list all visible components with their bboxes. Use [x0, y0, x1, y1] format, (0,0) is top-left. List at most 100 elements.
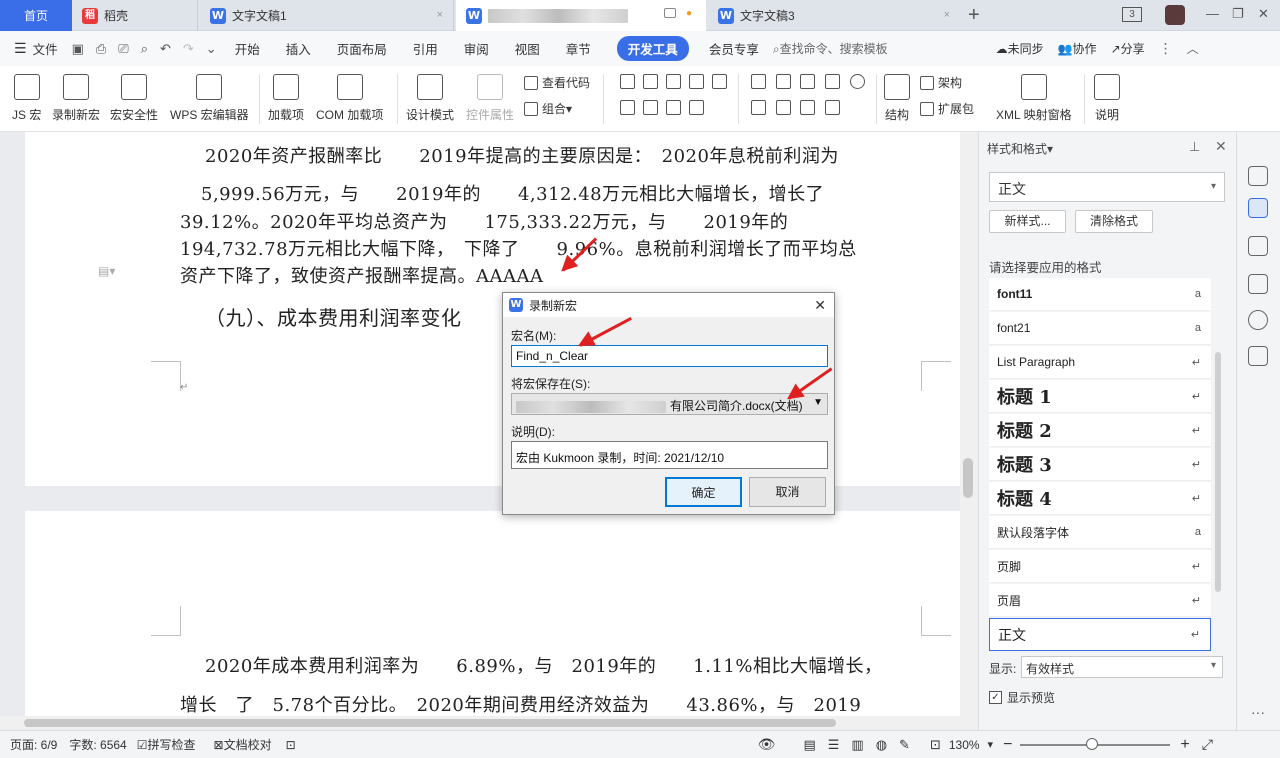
customize-quick-access-icon[interactable]: ⌄ — [206, 41, 217, 57]
help-circle-icon[interactable] — [1248, 310, 1268, 330]
dialog-close-icon[interactable]: ✕ — [814, 297, 826, 314]
spell-check-toggle[interactable]: ☑拼写检查 — [137, 736, 196, 753]
print-preview-icon[interactable]: ⌕ — [141, 41, 148, 57]
repeating-section-control-icon[interactable] — [689, 100, 704, 115]
save-icon[interactable]: ▣ — [72, 41, 84, 57]
vertical-scrollbar-thumb[interactable] — [963, 458, 973, 498]
plain-text-control-icon[interactable] — [643, 74, 658, 89]
description-input[interactable]: 宏由 Kukmoon 录制，时间: 2021/12/10 — [511, 441, 828, 469]
design-mode-button[interactable]: 设计模式 — [406, 72, 454, 123]
textbox-control-icon[interactable] — [776, 100, 791, 115]
addins-button[interactable]: 加载项 — [268, 72, 304, 123]
horizontal-scrollbar-thumb[interactable] — [24, 719, 836, 727]
zoom-out-icon[interactable]: − — [1003, 736, 1012, 754]
scrollbar-control-icon[interactable] — [825, 100, 840, 115]
rich-text-control-icon[interactable] — [620, 74, 635, 89]
radio-button-control-icon[interactable] — [850, 74, 865, 89]
display-filter-select[interactable]: 有效样式 ▾ — [1021, 656, 1223, 678]
menu-page-layout[interactable]: 页面布局 — [337, 39, 387, 58]
share-panel-icon[interactable] — [1248, 346, 1268, 366]
styles-pane-title[interactable]: 样式和格式▾ — [987, 140, 1053, 157]
style-list-scrollbar[interactable] — [1215, 352, 1221, 592]
read-view-icon[interactable]: ▥ — [851, 737, 863, 753]
menu-references[interactable]: 引用 — [413, 39, 438, 58]
list-control-icon[interactable] — [825, 74, 840, 89]
toggle-button-control-icon[interactable] — [800, 100, 815, 115]
group-button[interactable]: 组合 ▾ — [524, 100, 572, 117]
zoom-slider-thumb[interactable] — [1086, 737, 1099, 750]
checkbox-activex-icon[interactable] — [776, 74, 791, 89]
undo-icon[interactable]: ↶ — [160, 41, 171, 57]
style-item[interactable]: 页眉 ↵ — [989, 584, 1211, 617]
new-style-button[interactable]: 新样式... — [989, 210, 1066, 233]
button-control-icon[interactable] — [751, 74, 766, 89]
zoom-slider[interactable] — [1020, 737, 1171, 752]
minimize-icon[interactable]: — — [1206, 6, 1219, 21]
help-button[interactable]: 说明 — [1094, 72, 1120, 123]
menu-member[interactable]: 会员专享 — [709, 39, 759, 58]
clear-format-button[interactable]: 清除格式 — [1075, 210, 1153, 233]
picture-control-icon[interactable] — [666, 74, 681, 89]
page-view-icon[interactable]: ▤ — [803, 737, 815, 753]
new-tab-plus-icon[interactable]: + — [968, 4, 980, 27]
macro-name-input[interactable]: Find_n_Clear — [511, 345, 828, 367]
fullscreen-icon[interactable]: ⤢ — [1202, 736, 1213, 753]
paragraph-handle-icon[interactable]: ▤▾ — [98, 264, 115, 278]
style-item[interactable]: font21 a — [989, 312, 1211, 345]
menu-insert[interactable]: 插入 — [286, 39, 311, 58]
pin-icon[interactable]: ⊥ — [1189, 139, 1200, 155]
label-control-icon[interactable] — [751, 100, 766, 115]
tab-home[interactable]: 首页 — [0, 0, 72, 31]
menu-file[interactable]: 文件 — [33, 39, 58, 58]
close-tab-icon[interactable]: × — [437, 9, 443, 21]
zoom-level[interactable]: 130% — [949, 738, 980, 752]
fit-page-icon[interactable]: ⊡ — [930, 737, 941, 753]
style-item[interactable]: List Paragraph ↵ — [989, 346, 1211, 379]
tab-daoke[interactable]: 稻稻壳 — [72, 0, 198, 31]
close-tab-icon[interactable]: × — [944, 9, 950, 21]
more-options-icon[interactable]: ··· — [1251, 704, 1265, 720]
document-proofread-button[interactable]: ⊠文档校对 — [214, 736, 272, 753]
control-properties-button[interactable]: 控件属性 — [466, 72, 514, 123]
js-macro-button[interactable]: JS 宏 — [12, 72, 41, 123]
style-item[interactable]: 标题 4 ↵ — [989, 482, 1211, 515]
print-icon[interactable]: ⎚ — [118, 41, 128, 57]
more-icon[interactable]: ⋮ — [1159, 40, 1173, 57]
style-item[interactable]: 标题 1 ↵ — [989, 380, 1211, 413]
style-item[interactable]: font11 a — [989, 278, 1211, 311]
menu-developer-tools[interactable]: 开发工具 — [616, 36, 689, 61]
structure-button[interactable]: 结构 — [884, 72, 910, 123]
collapse-ribbon-icon[interactable]: ︿ — [1187, 40, 1199, 57]
menu-review[interactable]: 审阅 — [464, 39, 489, 58]
style-item[interactable]: 标题 3 ↵ — [989, 448, 1211, 481]
cancel-button[interactable]: 取消 — [749, 477, 826, 507]
style-item-selected[interactable]: 正文 ↵ — [989, 618, 1211, 651]
write-mode-icon[interactable]: ✎ — [899, 737, 910, 753]
tab-current-document[interactable]: W ● — [456, 0, 706, 31]
export-pdf-icon[interactable]: ⎙ — [96, 41, 106, 57]
document-page[interactable]: 2020年成本费用利润率为 6.89%，与 2019年的 1.11%相比大幅增长… — [25, 511, 960, 716]
view-code-button[interactable]: 查看代码 — [524, 74, 590, 91]
frame-control-icon[interactable] — [800, 74, 815, 89]
architecture-button[interactable]: 架构 — [920, 74, 962, 91]
style-item[interactable]: 默认段落字体 a — [989, 516, 1211, 549]
menu-view[interactable]: 视图 — [515, 39, 540, 58]
eye-protection-icon[interactable]: 👁 — [758, 736, 776, 753]
vertical-scrollbar[interactable] — [960, 132, 978, 716]
checkbox-control-icon[interactable] — [712, 74, 727, 89]
save-macro-in-select[interactable]: 有限公司简介.docx(文档) ▼ — [511, 393, 828, 415]
menu-section[interactable]: 章节 — [566, 39, 591, 58]
redo-icon[interactable]: ↷ — [183, 41, 194, 57]
dialog-title-bar[interactable]: W 录制新宏 ✕ — [503, 293, 834, 317]
select-cursor-icon[interactable] — [1248, 236, 1268, 256]
share-button[interactable]: ↗分享 — [1111, 40, 1145, 57]
close-window-icon[interactable]: ✕ — [1258, 6, 1269, 22]
web-view-icon[interactable]: ◍ — [876, 737, 887, 753]
avatar[interactable] — [1165, 5, 1185, 25]
sync-status[interactable]: ☁未同步 — [996, 40, 1044, 57]
wps-macro-editor-button[interactable]: WPS 宏编辑器 — [170, 72, 249, 123]
restore-icon[interactable]: ❐ — [1232, 6, 1244, 22]
command-search[interactable]: ⌕查找命令、搜索模板 — [773, 40, 888, 57]
ok-button[interactable]: 确定 — [665, 477, 742, 507]
menu-home[interactable]: 开始 — [235, 39, 260, 58]
